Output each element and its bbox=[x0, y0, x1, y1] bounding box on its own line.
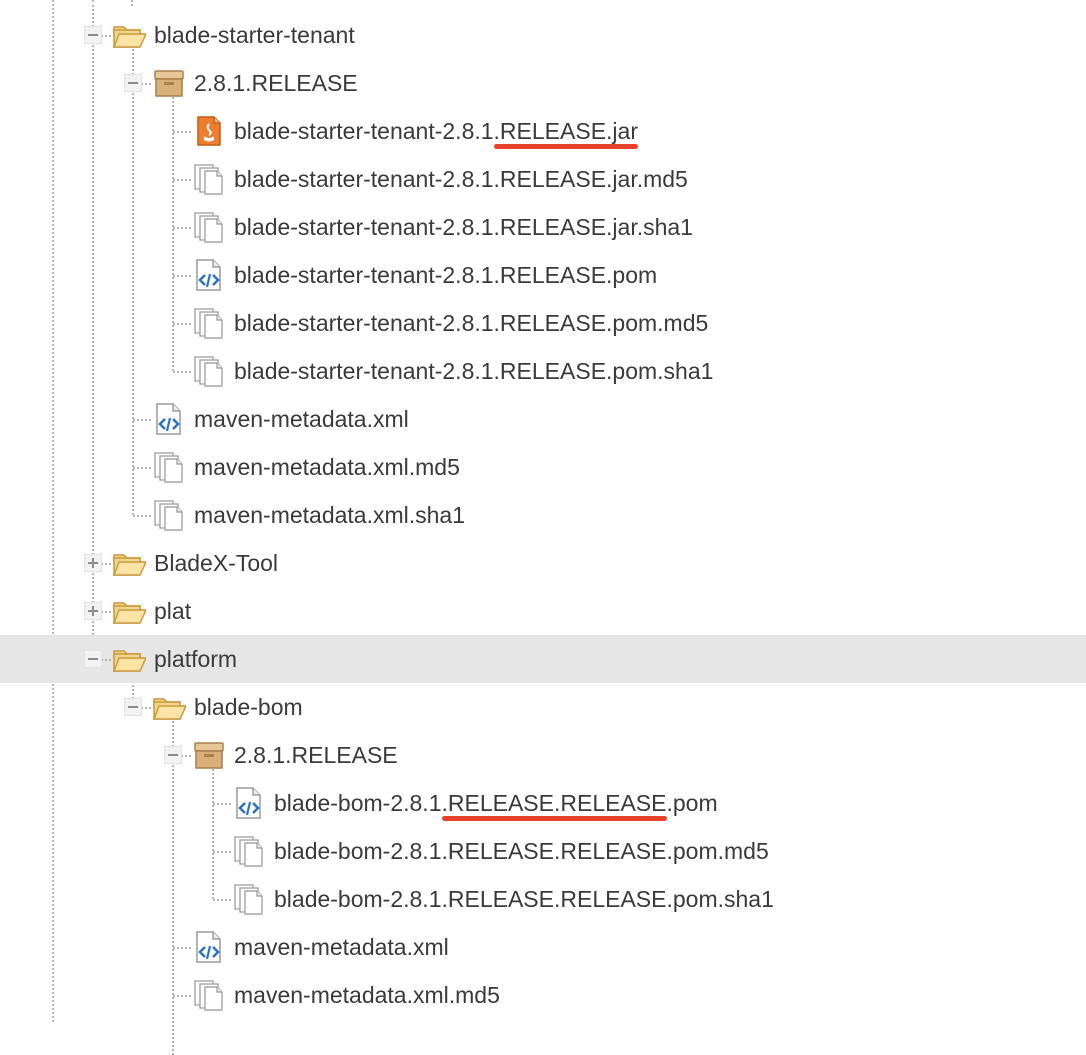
generic-file-icon bbox=[192, 210, 226, 244]
folder-open-icon bbox=[112, 594, 148, 628]
tree-item-label[interactable]: maven-metadata.xml.md5 bbox=[194, 443, 460, 491]
package-icon bbox=[192, 738, 226, 772]
tree-item-label[interactable]: blade-bom-2.8.1.RELEASE.RELEASE.pom.md5 bbox=[274, 827, 769, 875]
tree-row[interactable]: blade-starter-tenant bbox=[0, 11, 1086, 59]
tree-row[interactable]: blade-bom bbox=[0, 683, 1086, 731]
tree-connector-line bbox=[213, 851, 231, 853]
tree-row[interactable]: maven-metadata.xml.md5 bbox=[0, 971, 1086, 1019]
jar-file-icon bbox=[192, 114, 226, 148]
tree-row[interactable]: blade-bom-2.8.1.RELEASE.RELEASE.pom.md5 bbox=[0, 827, 1086, 875]
expand-toggle-icon[interactable] bbox=[84, 554, 102, 572]
tree-item-label[interactable]: blade-starter-tenant-2.8.1.RELEASE.pom.s… bbox=[234, 347, 713, 395]
generic-file-icon bbox=[152, 498, 186, 532]
tree-row[interactable]: maven-metadata.xml.md5 bbox=[0, 443, 1086, 491]
tree-row[interactable]: plat bbox=[0, 587, 1086, 635]
tree-item-label[interactable]: blade-starter-tenant-2.8.1.RELEASE.jar.s… bbox=[234, 203, 693, 251]
tree-row[interactable]: 2.8.1.RELEASE bbox=[0, 731, 1086, 779]
tree-connector-line bbox=[173, 179, 191, 181]
tree-connector-line bbox=[173, 275, 191, 277]
repository-tree: blade-starter-tenant 2.8.1.RELEASE blade… bbox=[0, 0, 1086, 1055]
tree-item-label[interactable]: maven-metadata.xml bbox=[194, 395, 409, 443]
tree-item-label[interactable]: maven-metadata.xml.sha1 bbox=[194, 491, 465, 539]
xml-file-icon bbox=[232, 786, 266, 820]
tree-guide-line bbox=[131, 0, 133, 6]
tree-item-label[interactable]: blade-starter-tenant bbox=[154, 11, 355, 59]
tree-row[interactable]: blade-bom-2.8.1.RELEASE.RELEASE.pom bbox=[0, 779, 1086, 827]
folder-open-icon bbox=[112, 642, 148, 676]
tree-row[interactable]: blade-starter-tenant-2.8.1.RELEASE.pom.m… bbox=[0, 299, 1086, 347]
folder-open-icon bbox=[152, 690, 188, 724]
generic-file-icon bbox=[192, 306, 226, 340]
xml-file-icon bbox=[192, 258, 226, 292]
tree-row[interactable]: blade-starter-tenant-2.8.1.RELEASE.jar bbox=[0, 107, 1086, 155]
collapse-toggle-icon[interactable] bbox=[164, 746, 182, 764]
generic-file-icon bbox=[192, 354, 226, 388]
tree-row[interactable]: maven-metadata.xml bbox=[0, 395, 1086, 443]
generic-file-icon bbox=[192, 162, 226, 196]
tree-row[interactable]: blade-starter-tenant-2.8.1.RELEASE.pom.s… bbox=[0, 347, 1086, 395]
generic-file-icon bbox=[152, 450, 186, 484]
tree-connector-line bbox=[173, 131, 191, 133]
tree-item-label[interactable]: BladeX-Tool bbox=[154, 539, 278, 587]
generic-file-icon bbox=[232, 882, 266, 916]
tree-row[interactable]: blade-starter-tenant-2.8.1.RELEASE.jar.s… bbox=[0, 203, 1086, 251]
highlight-underline bbox=[494, 144, 638, 149]
tree-item-label[interactable]: 2.8.1.RELEASE bbox=[194, 59, 358, 107]
tree-connector-line bbox=[133, 467, 151, 469]
tree-connector-line bbox=[173, 995, 191, 997]
tree-connector-line bbox=[173, 947, 191, 949]
tree-row[interactable]: maven-metadata.xml.sha1 bbox=[0, 491, 1086, 539]
tree-row[interactable]: BladeX-Tool bbox=[0, 539, 1086, 587]
collapse-toggle-icon[interactable] bbox=[124, 74, 142, 92]
tree-connector-line bbox=[173, 227, 191, 229]
tree-connector-line bbox=[173, 323, 191, 325]
package-icon bbox=[152, 66, 186, 100]
tree-row[interactable]: blade-starter-tenant-2.8.1.RELEASE.jar.m… bbox=[0, 155, 1086, 203]
folder-open-icon bbox=[112, 546, 148, 580]
collapse-toggle-icon[interactable] bbox=[84, 650, 102, 668]
tree-item-label[interactable]: 2.8.1.RELEASE bbox=[234, 731, 398, 779]
tree-connector-line bbox=[133, 515, 151, 517]
xml-file-icon bbox=[192, 930, 226, 964]
tree-connector-line bbox=[213, 803, 231, 805]
tree-row[interactable]: blade-starter-tenant-2.8.1.RELEASE.pom bbox=[0, 251, 1086, 299]
highlight-underline bbox=[442, 816, 667, 821]
tree-item-label[interactable]: platform bbox=[154, 635, 237, 683]
tree-row[interactable]: platform bbox=[0, 635, 1086, 683]
tree-connector-line bbox=[213, 899, 231, 901]
tree-row[interactable]: maven-metadata.xml bbox=[0, 923, 1086, 971]
tree-connector-line bbox=[173, 371, 191, 373]
tree-connector-line bbox=[133, 419, 151, 421]
tree-item-label[interactable]: blade-starter-tenant-2.8.1.RELEASE.pom bbox=[234, 251, 657, 299]
tree-item-label[interactable]: maven-metadata.xml.md5 bbox=[234, 971, 500, 1019]
tree-item-label[interactable]: blade-starter-tenant-2.8.1.RELEASE.jar.m… bbox=[234, 155, 688, 203]
tree-item-label[interactable]: blade-bom-2.8.1.RELEASE.RELEASE.pom.sha1 bbox=[274, 875, 774, 923]
tree-item-label[interactable]: plat bbox=[154, 587, 191, 635]
generic-file-icon bbox=[192, 978, 226, 1012]
collapse-toggle-icon[interactable] bbox=[124, 698, 142, 716]
tree-item-label[interactable]: maven-metadata.xml bbox=[234, 923, 449, 971]
tree-item-label[interactable]: blade-bom bbox=[194, 683, 303, 731]
xml-file-icon bbox=[152, 402, 186, 436]
collapse-toggle-icon[interactable] bbox=[84, 26, 102, 44]
expand-toggle-icon[interactable] bbox=[84, 602, 102, 620]
tree-row[interactable]: blade-bom-2.8.1.RELEASE.RELEASE.pom.sha1 bbox=[0, 875, 1086, 923]
tree-item-label[interactable]: blade-starter-tenant-2.8.1.RELEASE.pom.m… bbox=[234, 299, 708, 347]
tree-row[interactable]: 2.8.1.RELEASE bbox=[0, 59, 1086, 107]
folder-open-icon bbox=[112, 18, 148, 52]
generic-file-icon bbox=[232, 834, 266, 868]
